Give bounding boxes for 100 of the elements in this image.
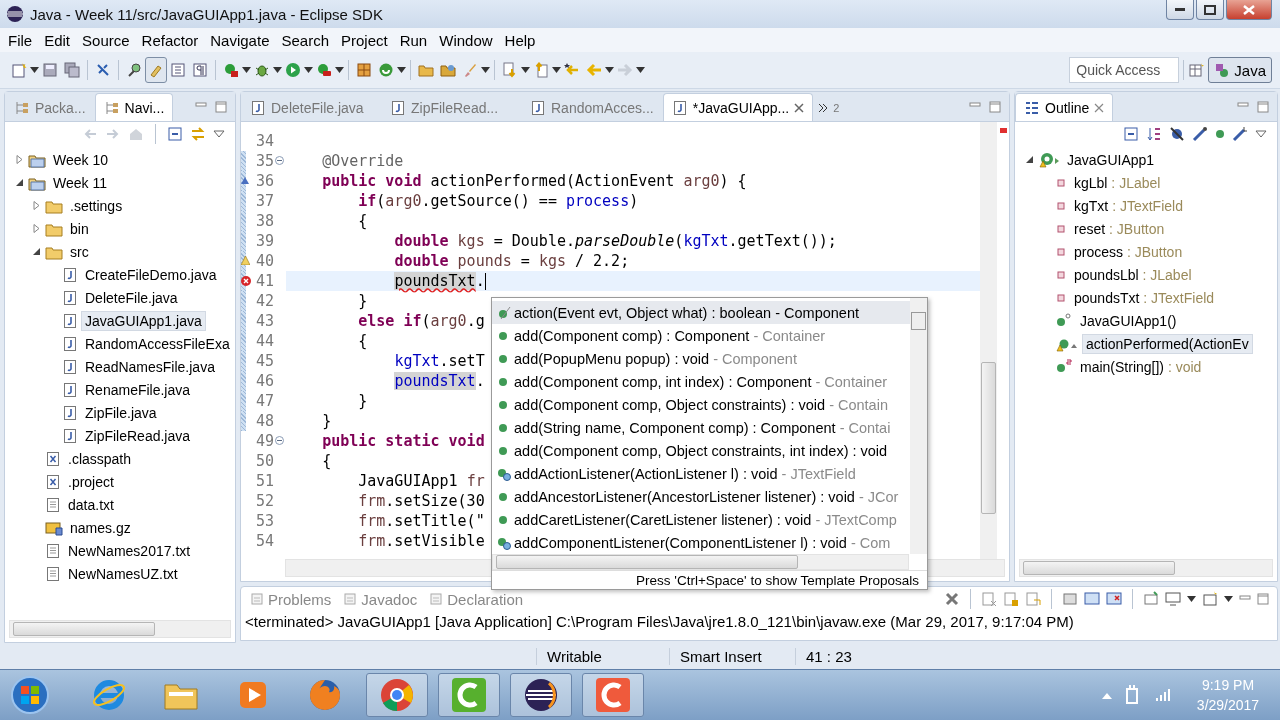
close-button[interactable] xyxy=(1226,0,1272,20)
menu-item[interactable]: File xyxy=(2,31,39,49)
caret-icon[interactable] xyxy=(242,67,251,73)
menu-item[interactable]: Refactor xyxy=(135,31,205,49)
caret-icon[interactable] xyxy=(273,67,282,73)
view-tab[interactable]: Problems xyxy=(245,590,337,608)
editor-tab[interactable]: *JavaGUIApp... xyxy=(662,93,814,121)
remove-launch-icon[interactable] xyxy=(944,591,960,607)
tree-item[interactable]: names.gz xyxy=(66,517,135,538)
outline-item[interactable]: JavaGUIApp1 xyxy=(1063,149,1159,170)
tree-item[interactable]: JavaGUIApp1.java xyxy=(81,310,206,331)
collapse-all-icon[interactable] xyxy=(1123,126,1139,142)
show-output-icon[interactable] xyxy=(1084,591,1100,607)
outline-item[interactable]: poundsTxt : JTextField xyxy=(1070,287,1219,308)
fold-icon[interactable] xyxy=(275,436,284,445)
completion-item[interactable]: action(Event evt, Object what) : boolean - Component xyxy=(492,301,910,324)
caret-icon[interactable] xyxy=(481,67,490,73)
expanded-arrow-icon[interactable] xyxy=(1024,155,1034,164)
scrollbar[interactable] xyxy=(9,620,231,638)
outline-item[interactable]: actionPerformed(ActionEv xyxy=(1082,333,1253,354)
tree-item[interactable]: bin xyxy=(66,218,93,239)
tree-item[interactable]: CreateFileDemo.java xyxy=(81,264,221,285)
taskbar-button[interactable] xyxy=(510,673,572,717)
scrollbar[interactable] xyxy=(1019,559,1273,577)
maximize-icon[interactable] xyxy=(215,100,227,113)
collapse-all-icon[interactable] xyxy=(167,126,183,142)
caret-icon[interactable] xyxy=(636,67,645,73)
menu-item[interactable]: Source xyxy=(76,31,136,49)
hide-fields-icon[interactable] xyxy=(1169,126,1185,142)
caret-icon[interactable] xyxy=(397,67,406,73)
tree-item[interactable]: .classpath xyxy=(64,448,136,469)
menu-item[interactable]: Help xyxy=(498,31,542,49)
outline-item[interactable]: main(String[]) : void xyxy=(1076,356,1206,377)
menu-item[interactable]: Navigate xyxy=(204,31,276,49)
tab-overflow-button[interactable]: 2 xyxy=(813,93,845,121)
view-tab[interactable]: Javadoc xyxy=(338,590,423,608)
editor-tab[interactable]: ZipFileRead... xyxy=(381,93,521,121)
tree-item[interactable]: RandomAccessFileExa xyxy=(81,333,234,354)
completion-item[interactable]: addAncestorListener(AncestorListener listener) : void - JCor xyxy=(492,485,910,508)
maximize-icon[interactable] xyxy=(1257,593,1269,605)
fold-icon[interactable] xyxy=(275,156,284,165)
caret-icon[interactable] xyxy=(1224,596,1233,602)
caret-icon[interactable] xyxy=(552,67,561,73)
perspective-button[interactable]: Java xyxy=(1208,57,1272,83)
caret-icon[interactable] xyxy=(30,67,39,73)
completion-item[interactable]: add(Component comp, Object constraints) : void - Contain xyxy=(492,393,910,416)
view-menu-icon[interactable] xyxy=(213,130,225,138)
view-tab[interactable]: Navi... xyxy=(94,93,174,121)
open-perspective-icon[interactable] xyxy=(1188,62,1205,78)
close-icon[interactable] xyxy=(1094,102,1105,113)
menu-item[interactable]: Project xyxy=(335,31,394,49)
view-tab[interactable]: Packa... xyxy=(5,93,95,121)
link-editor-icon[interactable] xyxy=(190,126,206,142)
clear-console-icon[interactable] xyxy=(981,591,997,607)
scroll-lock-icon[interactable] xyxy=(1003,591,1019,607)
view-tab[interactable]: Declaration xyxy=(424,590,529,608)
menu-item[interactable]: Run xyxy=(393,31,434,49)
view-menu-icon[interactable] xyxy=(1255,130,1267,138)
completion-item[interactable]: addCaretListener(CaretListener listener) : void - JTextComp xyxy=(492,508,910,531)
tree-item[interactable]: Week 11 xyxy=(49,172,111,193)
quick-access-field[interactable]: Quick Access xyxy=(1069,57,1180,83)
pin-console-icon[interactable] xyxy=(1062,591,1078,607)
editor-tab[interactable]: DeleteFile.java xyxy=(241,93,381,121)
completion-item[interactable]: add(Component comp, Object constraints, int index) : void xyxy=(492,439,910,462)
completion-item[interactable]: add(Component comp) : Component - Container xyxy=(492,324,910,347)
outline-item[interactable]: JavaGUIApp1() xyxy=(1076,310,1181,331)
open-console-icon[interactable] xyxy=(1143,591,1159,607)
show-error-icon[interactable] xyxy=(1106,591,1122,607)
tree-item[interactable]: NewNames2017.txt xyxy=(64,540,195,561)
tree-item[interactable]: ZipFile.java xyxy=(81,402,161,423)
maximize-icon[interactable] xyxy=(1257,100,1269,113)
collapsed-arrow-icon[interactable] xyxy=(31,224,41,233)
menu-item[interactable]: Search xyxy=(275,31,335,49)
close-icon[interactable] xyxy=(794,102,805,113)
menu-item[interactable]: Window xyxy=(433,31,499,49)
tree-item[interactable]: ZipFileRead.java xyxy=(81,425,195,446)
new-console-icon[interactable] xyxy=(1202,591,1218,607)
outline-item[interactable]: kgLbl : JLabel xyxy=(1070,172,1165,193)
display-icon[interactable] xyxy=(1165,591,1181,607)
tree-item[interactable]: NewNamesUZ.txt xyxy=(64,563,182,584)
collapsed-arrow-icon[interactable] xyxy=(14,155,24,164)
restore-button[interactable] xyxy=(1196,0,1224,20)
caret-icon[interactable] xyxy=(335,67,344,73)
tree-item[interactable]: data.txt xyxy=(64,494,118,515)
maximize-icon[interactable] xyxy=(989,100,1001,113)
tree-item[interactable]: ReadNamesFile.java xyxy=(81,356,219,377)
caret-icon[interactable] xyxy=(605,67,614,73)
word-wrap-icon[interactable] xyxy=(1025,591,1041,607)
completion-item[interactable]: addActionListener(ActionListener l) : void - JTextField xyxy=(492,462,910,485)
scrollbar[interactable] xyxy=(980,122,997,559)
minimize-button[interactable] xyxy=(1166,0,1194,20)
sort-icon[interactable] xyxy=(1146,126,1162,142)
tree-item[interactable]: src xyxy=(66,241,93,262)
tree-item[interactable]: DeleteFile.java xyxy=(81,287,182,308)
tree-item[interactable]: .project xyxy=(64,471,118,492)
completion-item[interactable]: addComponentListener(ComponentListener l) : void - Com xyxy=(492,531,910,554)
tree-item[interactable]: Week 10 xyxy=(49,149,112,170)
expanded-arrow-icon[interactable] xyxy=(14,178,24,187)
completion-item[interactable]: add(String name, Component comp) : Component - Contai xyxy=(492,416,910,439)
menu-item[interactable]: Edit xyxy=(38,31,77,49)
